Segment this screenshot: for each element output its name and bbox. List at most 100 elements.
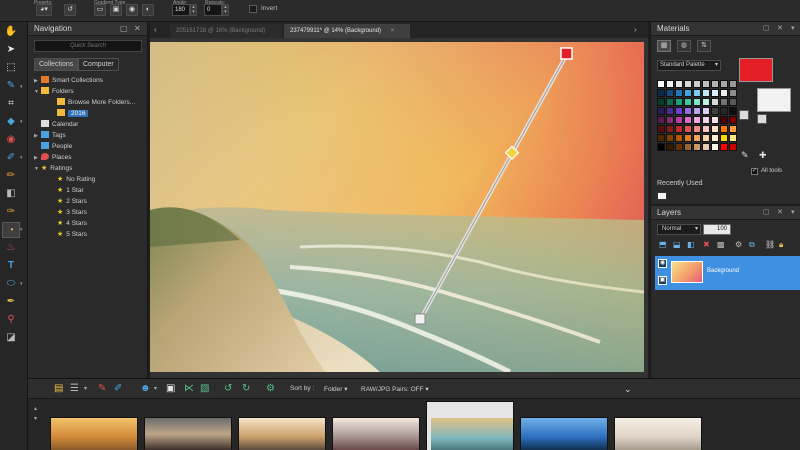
photo-thumbnail[interactable] <box>332 417 420 450</box>
color-swatch[interactable] <box>729 143 737 151</box>
color-swatch[interactable] <box>702 143 710 151</box>
panel-menu-icon[interactable]: ▾ <box>791 206 795 220</box>
color-swatch[interactable] <box>711 98 719 106</box>
layer-styles-icon[interactable]: ⚙ <box>735 240 742 249</box>
color-swatch[interactable] <box>729 116 737 124</box>
color-swatch[interactable] <box>693 134 701 142</box>
color-swatch[interactable] <box>720 143 728 151</box>
mask-icon[interactable]: ▩ <box>717 240 725 249</box>
gradient-fill-tool-icon[interactable]: ◔ <box>2 222 20 238</box>
people-icon[interactable]: ☻ <box>140 383 151 395</box>
tree-item[interactable]: ▶ Places <box>34 152 72 163</box>
color-swatch[interactable] <box>693 80 701 88</box>
color-swatch[interactable] <box>711 134 719 142</box>
pick-tool-icon[interactable]: ➤ <box>2 42 20 58</box>
expand-down-icon[interactable]: ▼ <box>34 87 41 98</box>
photo-thumbnail[interactable] <box>144 417 232 450</box>
raw-jpg-pairs-select[interactable]: RAW/JPG Pairs: OFF ▾ <box>361 385 429 393</box>
color-swatch[interactable] <box>729 98 737 106</box>
palette-select[interactable]: Standard Palette ▾ <box>657 60 721 71</box>
all-tools-option[interactable]: ✓ All tools <box>751 168 782 175</box>
tree-item[interactable]: ★ 3 Stars <box>50 207 87 218</box>
texture-toggle-icon[interactable] <box>757 114 767 124</box>
eraser-tool-icon[interactable]: ◪ <box>2 330 20 346</box>
angle-input[interactable]: 180 <box>172 4 190 16</box>
swap-icon[interactable]: ⇅ <box>697 40 711 52</box>
color-swatch[interactable] <box>666 89 674 97</box>
color-swatch[interactable] <box>675 134 683 142</box>
image-canvas[interactable] <box>150 38 648 378</box>
color-swatches[interactable] <box>657 80 737 172</box>
color-swatch[interactable] <box>702 98 710 106</box>
rotate-right-icon[interactable]: ↻ <box>242 383 250 395</box>
rotate-left-icon[interactable]: ↺ <box>224 383 232 395</box>
restore-panel-icon[interactable]: ▢ <box>763 206 770 220</box>
color-swatch[interactable] <box>666 98 674 106</box>
browse-folder-icon[interactable]: ▤ <box>54 383 63 395</box>
picture-tube-icon[interactable]: ♨ <box>2 240 20 256</box>
swatch-view-icon[interactable]: ▦ <box>657 40 671 52</box>
chevron-down-icon[interactable]: ▾ <box>84 383 87 395</box>
color-swatch[interactable] <box>675 143 683 151</box>
preset-picker-button[interactable]: ◕▾ <box>36 4 52 16</box>
color-swatch[interactable] <box>702 125 710 133</box>
color-swatch[interactable] <box>666 80 674 88</box>
repeats-spinner[interactable]: ▴ ▾ <box>222 4 229 16</box>
tree-item[interactable]: ▶ Tags <box>34 130 66 141</box>
lock-icon[interactable]: 🔒︎ <box>779 240 783 250</box>
color-swatch[interactable] <box>675 80 683 88</box>
straighten-tool-icon[interactable]: ◆ <box>2 114 20 130</box>
add-swatch-icon[interactable]: ✚ <box>759 150 767 161</box>
color-swatch[interactable] <box>684 116 692 124</box>
link-icon[interactable]: ⛓ <box>765 240 775 249</box>
scroll-up-icon[interactable]: ▴ <box>34 405 37 412</box>
color-swatch[interactable] <box>693 125 701 133</box>
color-swatch[interactable] <box>711 89 719 97</box>
document-tab[interactable]: 205161718 @ 16% (Background) <box>170 24 282 38</box>
color-swatch[interactable] <box>693 107 701 115</box>
sunburst-gradient-icon[interactable]: ◉ <box>126 4 138 16</box>
color-swatch[interactable] <box>711 107 719 115</box>
color-swatch[interactable] <box>684 143 692 151</box>
color-swatch[interactable] <box>684 125 692 133</box>
tab-computer[interactable]: Computer <box>78 58 119 71</box>
tree-item[interactable]: 2016 <box>50 108 89 119</box>
layer-row-background[interactable]: ◉ ▣ Background <box>655 256 800 290</box>
close-panel-icon[interactable]: ✕ <box>777 22 783 36</box>
color-swatch[interactable] <box>729 107 737 115</box>
color-swatch[interactable] <box>657 125 665 133</box>
color-swatch[interactable] <box>666 125 674 133</box>
color-swatch[interactable] <box>711 80 719 88</box>
photo-thumbnail[interactable] <box>426 401 514 450</box>
tree-item[interactable]: ▶ Smart Collections <box>34 75 103 86</box>
blend-mode-select[interactable]: Normal ▾ <box>657 224 701 235</box>
photo-thumbnail[interactable] <box>520 417 608 450</box>
color-swatch[interactable] <box>702 107 710 115</box>
color-swatch[interactable] <box>657 107 665 115</box>
close-panel-icon[interactable]: ✕ <box>777 206 783 220</box>
color-swatch[interactable] <box>657 89 665 97</box>
tree-item[interactable]: ★ 5 Stars <box>50 229 87 240</box>
restore-panel-icon[interactable]: ▢ <box>120 22 128 36</box>
color-swatch[interactable] <box>729 134 737 142</box>
capture-icon[interactable]: ▣ <box>166 383 175 395</box>
tree-item[interactable]: ★ No Rating <box>50 174 95 185</box>
color-swatch[interactable] <box>720 80 728 88</box>
color-swatch[interactable] <box>702 116 710 124</box>
clone-brush-icon[interactable]: ✏ <box>2 168 20 184</box>
color-swatch[interactable] <box>657 98 665 106</box>
color-swatch[interactable] <box>702 134 710 142</box>
tree-item[interactable]: ★ 4 Stars <box>50 218 87 229</box>
rectangular-gradient-icon[interactable]: ▣ <box>110 4 122 16</box>
color-swatch[interactable] <box>657 116 665 124</box>
color-swatch[interactable] <box>675 89 683 97</box>
chevron-down-icon[interactable]: ▾ <box>20 84 25 90</box>
tree-item[interactable]: ★ 1 Star <box>50 185 84 196</box>
color-swatch[interactable] <box>729 125 737 133</box>
chevron-down-icon[interactable]: ▾ <box>20 155 25 161</box>
color-swatch[interactable] <box>666 116 674 124</box>
all-tools-checkbox[interactable]: ✓ <box>751 168 758 175</box>
reset-icon[interactable]: ↺ <box>64 4 76 16</box>
close-icon[interactable]: × <box>391 28 395 34</box>
color-swatch[interactable] <box>693 89 701 97</box>
